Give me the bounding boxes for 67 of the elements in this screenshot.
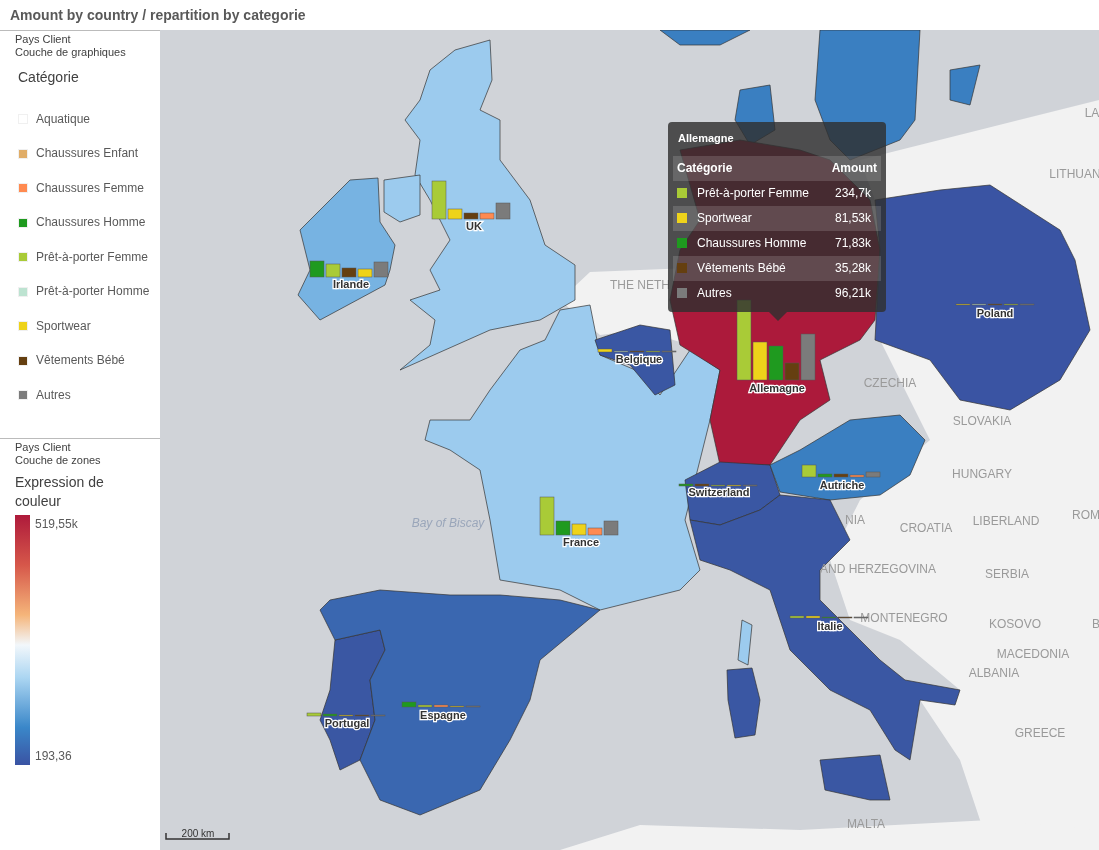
country-label: Irlande (332, 278, 370, 290)
tooltip-amount: 81,53k (834, 210, 871, 227)
tooltip-title: Allemagne (678, 131, 735, 146)
legend-item-label: Prêt-à-porter Homme (36, 285, 151, 299)
legend-item-label: Autres (36, 388, 72, 402)
country-label: Espagne (420, 709, 466, 721)
basemap-label: B (1092, 617, 1099, 631)
basemap-label: HUNGARY (952, 467, 1012, 481)
legend-item-label: Chaussures Enfant (36, 147, 140, 161)
country-shape[interactable] (319, 589, 601, 816)
tooltip-category: Chaussures Homme (697, 235, 808, 252)
basemap-label: MONTENEGRO (860, 611, 948, 625)
basemap-label: NIA (845, 513, 865, 527)
country-label: Switzerland (688, 486, 750, 498)
basemap-label: LITHUAN (1049, 167, 1099, 181)
tooltip-amount: 71,83k (834, 235, 871, 252)
basemap-label: ROM (1072, 508, 1099, 522)
basemap-label: CZECHIA (863, 376, 917, 390)
country-label: Italie (817, 620, 843, 632)
tooltip-category: Prêt-à-porter Femme (697, 185, 811, 202)
tooltip-category: Sportwear (697, 210, 753, 227)
legend-layer-name: Couche de zones (15, 454, 102, 467)
country-shape[interactable] (594, 324, 676, 396)
basemap-label: KOSOVO (989, 617, 1041, 631)
basemap-label: LA (1084, 106, 1099, 120)
gradient-max-label: 519,55k (35, 516, 78, 533)
legend-item-label: Vêtements Bébé (36, 354, 126, 368)
legend-item-label: Sportwear (36, 319, 92, 333)
tooltip-column-header: Amount (831, 160, 877, 177)
chart-title: Amount by country / repartition by categorie (10, 5, 306, 25)
basemap-label: AND HERZEGOVINA (820, 562, 936, 576)
basemap-label: LIBERLAND (972, 514, 1040, 528)
country-label: Allemagne (749, 382, 805, 394)
legend-item-label: Chaussures Femme (36, 181, 146, 195)
country-label: Portugal (324, 717, 370, 729)
scale-bar: 200 km (165, 828, 230, 840)
gradient-min-label: 193,36 (35, 748, 73, 765)
legend-layer-name: Couche de graphiques (15, 46, 127, 59)
basemap-label: MACEDONIA (996, 647, 1070, 661)
tooltip-column-header: Catégorie (677, 160, 733, 177)
country-shape[interactable] (769, 414, 926, 501)
legend-item-label: Aquatique (36, 112, 92, 126)
country-label: UK (466, 220, 482, 232)
tooltip-category: Autres (697, 285, 733, 302)
legend-layer-field: Pays Client (15, 441, 160, 454)
basemap-label: MALTA (846, 817, 886, 831)
country-label: Belgique (615, 353, 663, 365)
tooltip-category: Vêtements Bébé (697, 260, 787, 277)
tooltip-amount: 234,7k (834, 185, 871, 202)
tooltip-pointer-icon (769, 311, 787, 321)
legend-heading: Catégorie (18, 68, 80, 87)
country-label: Autriche (819, 479, 865, 491)
basemap-label: GREECE (1014, 726, 1066, 740)
basemap-label: SERBIA (985, 567, 1029, 581)
country-shape[interactable] (689, 494, 961, 801)
country-label: France (562, 536, 600, 548)
legend-item-label: Prêt-à-porter Femme (36, 250, 150, 264)
tooltip-amount: 35,28k (834, 260, 871, 277)
basemap-label: SLOVAKIA (952, 414, 1012, 428)
map-view[interactable] (160, 30, 1099, 850)
basemap-label: CROATIA (899, 521, 953, 535)
legend-layer-field: Pays Client (15, 33, 160, 46)
country-label: Poland (976, 307, 1014, 319)
tooltip-amount: 96,21k (834, 285, 871, 302)
legend-item-label: Chaussures Homme (36, 216, 147, 230)
basemap-label: ALBANIA (968, 666, 1020, 680)
legend-heading: Expression de couleur (15, 473, 105, 511)
